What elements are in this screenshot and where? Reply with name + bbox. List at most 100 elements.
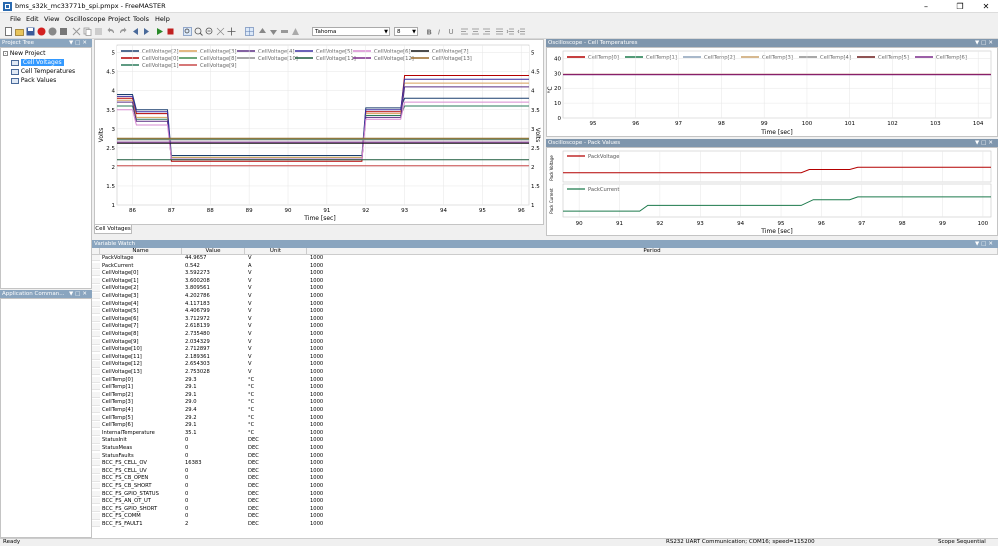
row-header[interactable] xyxy=(92,255,100,262)
cell-value[interactable]: 44.9657 xyxy=(185,255,245,261)
row-header[interactable] xyxy=(92,429,100,436)
table-row[interactable]: CellVoltage[7] 2.618139 V 1000 xyxy=(92,323,998,330)
underline-icon[interactable]: U xyxy=(447,27,456,36)
menu-help[interactable]: Help xyxy=(151,14,174,24)
cell-value[interactable]: 0 xyxy=(185,506,245,512)
cell-value[interactable]: 29.3 xyxy=(185,377,245,383)
redo-icon[interactable] xyxy=(118,27,127,36)
pin-icon[interactable]: ▼□✕ xyxy=(975,240,995,248)
list-icon[interactable] xyxy=(495,27,504,36)
grid-toggle-icon[interactable] xyxy=(245,27,254,36)
align-center-icon[interactable] xyxy=(471,27,480,36)
zoom-fit-icon[interactable] xyxy=(216,27,225,36)
font-family-select[interactable]: Tahoma ▼ xyxy=(312,27,390,36)
cell-value[interactable]: 4.406799 xyxy=(185,308,245,314)
column-header-unit[interactable]: Unit xyxy=(245,248,307,255)
play-icon[interactable] xyxy=(155,27,164,36)
indent-icon[interactable] xyxy=(506,27,515,36)
zoom-out-icon[interactable] xyxy=(205,27,214,36)
menu-oscilloscope[interactable]: Oscilloscope xyxy=(61,14,110,24)
cell-value[interactable]: 0 xyxy=(185,498,245,504)
cell-value[interactable]: 35.1 xyxy=(185,430,245,436)
cell-value[interactable]: 2.712897 xyxy=(185,346,245,352)
table-row[interactable]: CellVoltage[8] 2.735480 V 1000 xyxy=(92,331,998,338)
go-back-icon[interactable] xyxy=(131,27,140,36)
marker-icon[interactable] xyxy=(291,27,300,36)
cell-value[interactable]: 3.712972 xyxy=(185,316,245,322)
table-row[interactable]: CellTemp[6] 29.1 °C 1000 xyxy=(92,422,998,429)
table-row[interactable]: CellTemp[3] 29.0 °C 1000 xyxy=(92,399,998,406)
cell-value[interactable]: 29.4 xyxy=(185,407,245,413)
cell-value[interactable]: 2.189361 xyxy=(185,354,245,360)
zoom-in-icon[interactable] xyxy=(194,27,203,36)
cell-value[interactable]: 0 xyxy=(185,491,245,497)
table-row[interactable]: PackVoltage 44.9657 V 1000 xyxy=(92,255,998,262)
row-header[interactable] xyxy=(92,391,100,398)
row-header[interactable] xyxy=(92,445,100,452)
cell-value[interactable]: 0.542 xyxy=(185,263,245,269)
table-row[interactable]: CellTemp[2] 29.1 °C 1000 xyxy=(92,391,998,398)
new-file-icon[interactable] xyxy=(4,27,13,36)
cell-value[interactable]: 3.592273 xyxy=(185,270,245,276)
menu-view[interactable]: View xyxy=(40,14,63,24)
cell-value[interactable]: 0 xyxy=(185,437,245,443)
row-header[interactable] xyxy=(92,490,100,497)
cell-value[interactable]: 2.654303 xyxy=(185,361,245,367)
pause-icon[interactable] xyxy=(59,27,68,36)
record-icon[interactable] xyxy=(48,27,57,36)
tree-item-cell-temperatures[interactable]: Cell Temperatures xyxy=(11,67,75,76)
tab-cell-voltages[interactable]: Cell Voltages xyxy=(94,225,132,234)
table-row[interactable]: BCC_FS_CELL_OV 16383 DEC 1000 xyxy=(92,460,998,467)
cell-value[interactable]: 4.202786 xyxy=(185,293,245,299)
table-row[interactable]: CellVoltage[4] 4.117183 V 1000 xyxy=(92,300,998,307)
cell-value[interactable]: 0 xyxy=(185,445,245,451)
row-header[interactable] xyxy=(92,460,100,467)
arrow-down-icon[interactable] xyxy=(269,27,278,36)
row-header[interactable] xyxy=(92,521,100,528)
table-row[interactable]: CellVoltage[6] 3.712972 V 1000 xyxy=(92,315,998,322)
table-row[interactable]: CellVoltage[5] 4.406799 V 1000 xyxy=(92,308,998,315)
close-icon[interactable]: ✕ xyxy=(976,1,996,12)
row-header[interactable] xyxy=(92,346,100,353)
table-row[interactable]: StatusFaults 0 DEC 1000 xyxy=(92,452,998,459)
cell-value[interactable]: 0 xyxy=(185,483,245,489)
save-icon[interactable] xyxy=(26,27,35,36)
cell-voltages-chart[interactable]: CellVoltage[2] CellVoltage[3] CellVoltage[… xyxy=(95,40,543,224)
bold-icon[interactable]: B xyxy=(425,27,434,37)
cell-value[interactable]: 29.1 xyxy=(185,384,245,390)
table-row[interactable]: CellVoltage[13] 2.753028 V 1000 xyxy=(92,369,998,376)
table-row[interactable]: BCC_FS_COMM 0 DEC 1000 xyxy=(92,513,998,520)
tree-item-pack-values[interactable]: Pack Values xyxy=(11,76,56,85)
row-header[interactable] xyxy=(92,262,100,269)
row-header[interactable] xyxy=(92,376,100,383)
column-header-name[interactable]: Name xyxy=(100,248,182,255)
table-row[interactable]: BCC_FS_GPIO_SHORT 0 DEC 1000 xyxy=(92,505,998,512)
cell-value[interactable]: 4.117183 xyxy=(185,301,245,307)
column-header-period[interactable]: Period xyxy=(307,248,998,255)
cell-value[interactable]: 3.600208 xyxy=(185,278,245,284)
stop-icon[interactable] xyxy=(37,27,46,36)
pin-icon[interactable]: ▼□✕ xyxy=(975,139,995,147)
pack-values-chart[interactable]: 90 91 92 93 94 95 96 97 98 99 100 PackVoltage Pack… xyxy=(547,148,997,235)
cell-value[interactable]: 29.2 xyxy=(185,415,245,421)
cell-value[interactable]: 2.735480 xyxy=(185,331,245,337)
row-header[interactable] xyxy=(92,315,100,322)
menu-tools[interactable]: Tools xyxy=(129,14,153,24)
cell-temps-chart[interactable]: CellTemp[0] CellTemp[1] CellTemp[2] CellTem… xyxy=(547,48,997,136)
step-icon[interactable] xyxy=(280,27,289,36)
pin-icon[interactable]: ▼□✕ xyxy=(69,290,89,298)
table-row[interactable]: CellVoltage[3] 4.202786 V 1000 xyxy=(92,293,998,300)
row-header[interactable] xyxy=(92,369,100,376)
table-row[interactable]: CellTemp[4] 29.4 °C 1000 xyxy=(92,407,998,414)
cell-value[interactable]: 29.1 xyxy=(185,392,245,398)
align-right-icon[interactable] xyxy=(482,27,491,36)
table-row[interactable]: CellTemp[1] 29.1 °C 1000 xyxy=(92,384,998,391)
crosshair-icon[interactable] xyxy=(227,27,236,36)
pin-icon[interactable]: ▼□✕ xyxy=(975,39,995,47)
table-row[interactable]: BCC_FS_FAULT1 2 DEC 1000 xyxy=(92,521,998,528)
table-row[interactable]: CellVoltage[2] 3.809561 V 1000 xyxy=(92,285,998,292)
pin-icon[interactable]: ▼□✕ xyxy=(69,39,89,47)
row-header[interactable] xyxy=(92,399,100,406)
table-row[interactable]: StatusInit 0 DEC 1000 xyxy=(92,437,998,444)
table-row[interactable]: PackCurrent 0.542 A 1000 xyxy=(92,262,998,269)
